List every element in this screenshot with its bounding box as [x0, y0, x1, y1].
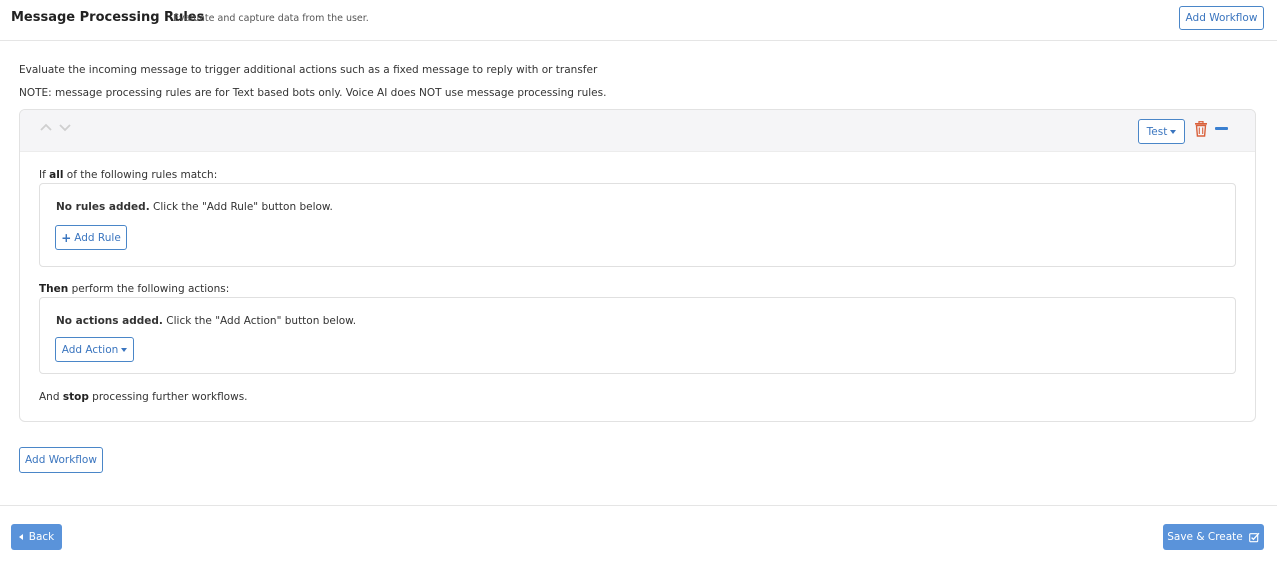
add-workflow-label: Add Workflow: [1185, 12, 1258, 24]
trash-icon[interactable]: [1194, 121, 1208, 137]
workflow-card: Test If all of the following rules match…: [19, 109, 1256, 422]
back-button[interactable]: Back: [11, 524, 62, 550]
actions-box: No actions added. Click the "Add Action"…: [39, 297, 1236, 374]
intro-description: Evaluate the incoming message to trigger…: [19, 64, 598, 76]
caret-left-icon: [18, 534, 23, 540]
stop-processing-text: And stop processing further workflows.: [39, 391, 248, 403]
edit-checkbox-icon: [1248, 532, 1260, 542]
back-label: Back: [28, 531, 55, 543]
caret-down-icon: [1170, 129, 1177, 134]
save-create-button[interactable]: Save & Create: [1163, 524, 1264, 550]
page-footer: Back Save & Create: [0, 505, 1277, 561]
add-rule-button[interactable]: + Add Rule: [55, 225, 127, 250]
actions-heading: Then perform the following actions:: [39, 283, 230, 295]
test-dropdown-button[interactable]: Test: [1138, 119, 1185, 144]
add-workflow-button-top[interactable]: Add Workflow: [1179, 6, 1264, 30]
chevron-down-icon[interactable]: [58, 122, 72, 132]
add-action-label: Add Action: [61, 343, 119, 356]
rules-box: No rules added. Click the "Add Rule" but…: [39, 183, 1236, 267]
actions-empty-message: No actions added. Click the "Add Action"…: [56, 315, 357, 327]
add-workflow-button-bottom[interactable]: Add Workflow: [19, 447, 103, 473]
add-rule-label: Add Rule: [74, 231, 121, 244]
save-create-label: Save & Create: [1167, 531, 1243, 543]
chevron-up-icon[interactable]: [39, 122, 53, 132]
caret-down-icon: [121, 347, 128, 352]
add-action-dropdown-button[interactable]: Add Action: [55, 337, 134, 362]
rules-empty-message: No rules added. Click the "Add Rule" but…: [56, 201, 333, 213]
test-label: Test: [1146, 125, 1168, 138]
page-subtitle: Evaluate and capture data from the user.: [173, 13, 369, 24]
collapse-minus-icon[interactable]: [1215, 127, 1228, 130]
workflow-card-header: Test: [20, 110, 1255, 152]
rules-heading: If all of the following rules match:: [39, 169, 218, 181]
page-header: Message Processing Rules Evaluate and ca…: [0, 0, 1277, 41]
intro-note: NOTE: message processing rules are for T…: [19, 87, 607, 99]
add-workflow-label: Add Workflow: [25, 454, 97, 466]
plus-icon: +: [61, 230, 72, 245]
